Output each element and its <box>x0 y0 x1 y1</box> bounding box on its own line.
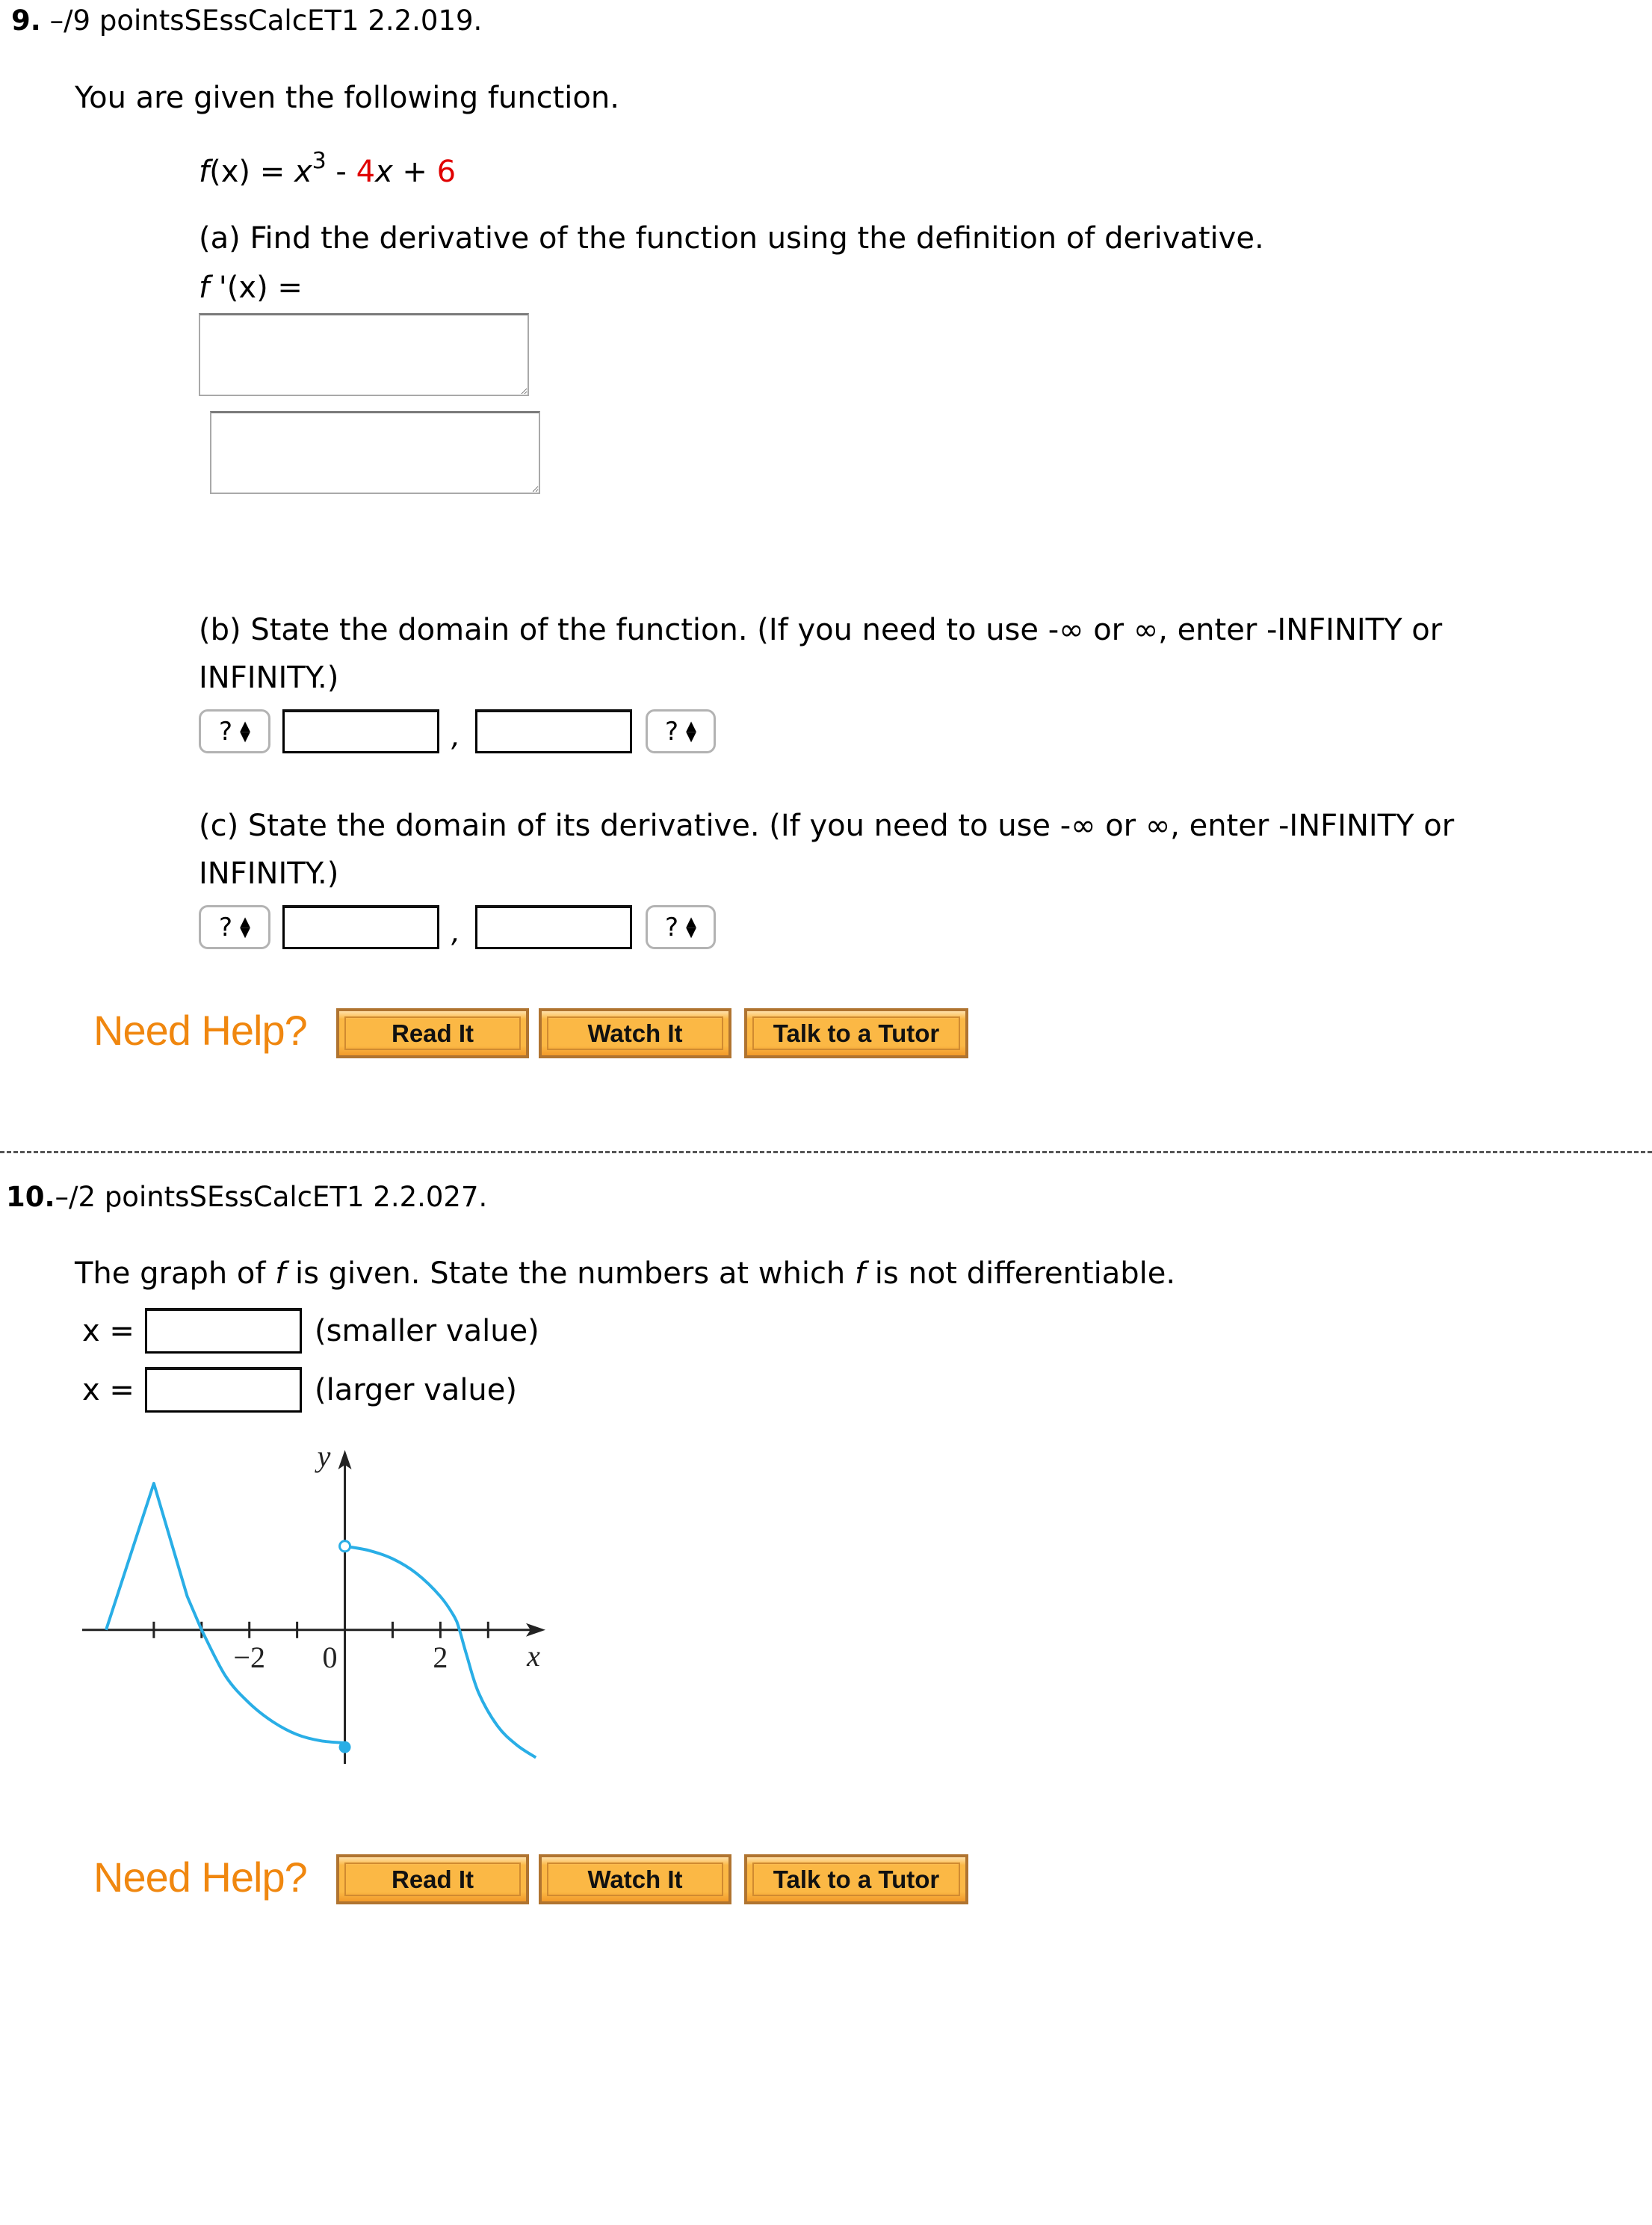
q9-intro: You are given the following function. <box>75 81 619 115</box>
q9-watch-it-button[interactable]: Watch It <box>539 1008 731 1058</box>
fn-exponent: 3 <box>312 148 327 174</box>
larger-value-input[interactable] <box>145 1367 302 1413</box>
q10-number: 10. <box>6 1181 55 1213</box>
q9-read-it-button[interactable]: Read It <box>336 1008 529 1058</box>
part-a-label: f '(x) = <box>199 270 303 306</box>
select-value: ? <box>219 912 233 942</box>
part-b-upper-input[interactable] <box>475 709 632 753</box>
fn-const: 6 <box>436 155 457 189</box>
q10-need-help-label: Need Help? <box>93 1854 308 1901</box>
fn-minus: - <box>326 155 356 189</box>
fn-coef: 4 <box>356 155 376 189</box>
derivative-answer-textarea-2[interactable] <box>210 411 540 494</box>
q9-header: 9. –/9 pointsSEssCalcET1 2.2.019. <box>11 4 482 37</box>
part-a-prompt: (a) Find the derivative of the function … <box>199 221 1264 256</box>
part-b-left-bracket-select[interactable]: ? ▲ ▼ <box>199 709 270 753</box>
q9-need-help-label: Need Help? <box>93 1007 308 1054</box>
select-value: ? <box>665 716 679 747</box>
fn-eq: = <box>250 155 294 189</box>
q10-header: 10.–/2 pointsSEssCalcET1 2.2.027. <box>6 1181 487 1214</box>
fn-x: x <box>294 155 312 189</box>
part-b-comma: , <box>451 720 461 753</box>
open-point <box>338 1540 352 1553</box>
q10-points: –/2 points <box>55 1181 190 1213</box>
q9-source: SEssCalcET1 2.2.019. <box>184 4 483 37</box>
question-divider <box>0 1151 1652 1153</box>
fprime-f: f <box>199 271 210 305</box>
part-c-prompt-line1: (c) State the domain of its derivative. … <box>199 809 1455 843</box>
read-it-label: Read It <box>344 1016 521 1050</box>
closed-point <box>338 1741 351 1753</box>
smaller-value-input[interactable] <box>145 1308 302 1354</box>
q9-number: 9. <box>11 4 41 37</box>
graph-curves <box>105 1481 537 1759</box>
updown-arrows-icon: ▲ ▼ <box>240 718 250 744</box>
y-axis-label: y <box>315 1439 331 1473</box>
select-value: ? <box>665 912 679 942</box>
watch-it-label: Watch It <box>547 1863 723 1896</box>
q9-function: f(x) = x3 - 4x + 6 <box>199 148 457 193</box>
part-c-left-bracket-select[interactable]: ? ▲ ▼ <box>199 905 270 949</box>
prompt-f2: f <box>855 1256 866 1291</box>
updown-arrows-icon: ▲ ▼ <box>686 718 696 744</box>
prompt-post: is not differentiable. <box>865 1256 1176 1291</box>
q10-read-it-button[interactable]: Read It <box>336 1854 529 1904</box>
part-c-prompt-line2: INFINITY.) <box>199 857 339 891</box>
watch-it-label: Watch It <box>547 1016 723 1050</box>
triangle-peak <box>105 1481 203 1631</box>
x-tick-label: 2 <box>433 1641 448 1674</box>
fn-x2: x <box>375 155 393 189</box>
part-b-prompt-line2: INFINITY.) <box>199 661 339 695</box>
q9-talk-to-tutor-button[interactable]: Talk to a Tutor <box>744 1008 968 1058</box>
part-c-right-bracket-select[interactable]: ? ▲ ▼ <box>646 905 716 949</box>
smaller-value-hint: (smaller value) <box>315 1314 539 1348</box>
x-label-1: x = <box>82 1314 134 1348</box>
x-tick-label: −2 <box>233 1641 265 1674</box>
part-c-lower-input[interactable] <box>282 905 439 949</box>
talk-to-tutor-label: Talk to a Tutor <box>752 1016 960 1050</box>
q10-talk-to-tutor-button[interactable]: Talk to a Tutor <box>744 1854 968 1904</box>
q10-watch-it-button[interactable]: Watch It <box>539 1854 731 1904</box>
fn-plus: + <box>392 155 437 189</box>
derivative-answer-textarea-1[interactable] <box>199 313 529 396</box>
x-tick-label: 0 <box>323 1641 338 1674</box>
x-axis-label: x <box>526 1639 540 1673</box>
larger-value-hint: (larger value) <box>315 1373 517 1407</box>
fprime-rest: '(x) = <box>209 271 303 305</box>
q10-source: SEssCalcET1 2.2.027. <box>189 1181 488 1213</box>
prompt-f1: f <box>275 1256 286 1291</box>
updown-arrows-icon: ▲ ▼ <box>240 913 250 940</box>
updown-arrows-icon: ▲ ▼ <box>686 913 696 940</box>
function-graph: −2 0 2 x y <box>82 1439 545 1764</box>
graph-axes <box>82 1450 545 1764</box>
part-b-lower-input[interactable] <box>282 709 439 753</box>
prompt-mid: is given. State the numbers at which <box>285 1256 855 1291</box>
x-label-2: x = <box>82 1373 134 1407</box>
read-it-label: Read It <box>344 1863 521 1896</box>
part-b-prompt-line1: (b) State the domain of the function. (I… <box>199 613 1443 647</box>
fn-f: f <box>199 155 210 189</box>
part-c-comma: , <box>451 916 461 948</box>
q10-prompt: The graph of f is given. State the numbe… <box>75 1256 1175 1292</box>
q9-points: –/9 points <box>40 4 185 37</box>
part-c-upper-input[interactable] <box>475 905 632 949</box>
select-value: ? <box>219 716 233 747</box>
fn-arg: (x) <box>209 155 250 189</box>
prompt-pre: The graph of <box>75 1256 276 1291</box>
talk-to-tutor-label: Talk to a Tutor <box>752 1863 960 1896</box>
part-b-right-bracket-select[interactable]: ? ▲ ▼ <box>646 709 716 753</box>
